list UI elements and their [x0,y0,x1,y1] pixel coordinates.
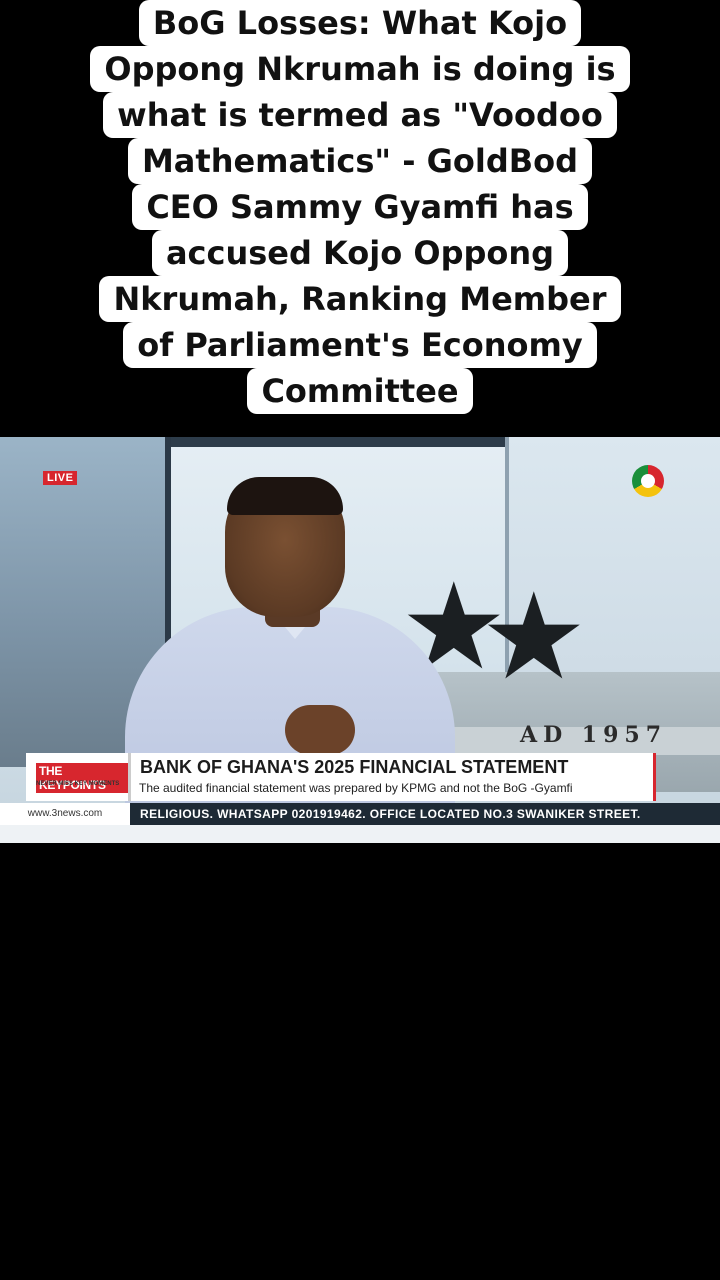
caption-line: BoG Losses: What Kojo [138,0,582,46]
caption-line: CEO Sammy Gyamfi has [132,184,588,230]
presenter-hair [227,477,343,515]
caption-overlay: BoG Losses: What Kojo Oppong Nkrumah is … [0,0,720,414]
show-brand-box: THE KEYPOINTS NEVER MISS KEY MOMENTS [26,753,131,801]
building-inscription: AD 1957 [520,722,668,748]
live-badge: LIVE [43,471,78,485]
show-brand-tagline: NEVER MISS KEY MOMENTS [36,781,120,787]
lower-third-headline: BANK OF GHANA'S 2025 FINANCIAL STATEMENT [140,757,569,777]
lower-third: BANK OF GHANA'S 2025 FINANCIAL STATEMENT… [131,753,656,801]
lower-third-subline: The audited financial statement was prep… [139,781,573,795]
caption-line: accused Kojo Oppong [151,230,569,276]
caption-line: of Parliament's Economy [123,322,597,368]
ticker-bottom-strip [0,825,720,843]
caption-line: Mathematics" - GoldBod [127,138,593,184]
caption-line: Nkrumah, Ranking Member [99,276,621,322]
black-star-icon: ★ [480,570,588,704]
caption-line: what is termed as "Voodoo [103,92,617,138]
video-frame[interactable]: ★ ★ AD 1957 LIVE THE KEYPOINTS NEVER MIS… [0,437,720,843]
channel-logo-center [641,474,655,488]
ticker-text: RELIGIOUS. WHATSAPP 0201919462. OFFICE L… [140,807,641,821]
caption-line: Committee [247,368,473,414]
presenter-hand [285,705,355,755]
caption-line: Oppong Nkrumah is doing is [90,46,630,92]
show-brand-title: THE KEYPOINTS [36,763,128,793]
ticker-website: www.3news.com [0,803,130,825]
